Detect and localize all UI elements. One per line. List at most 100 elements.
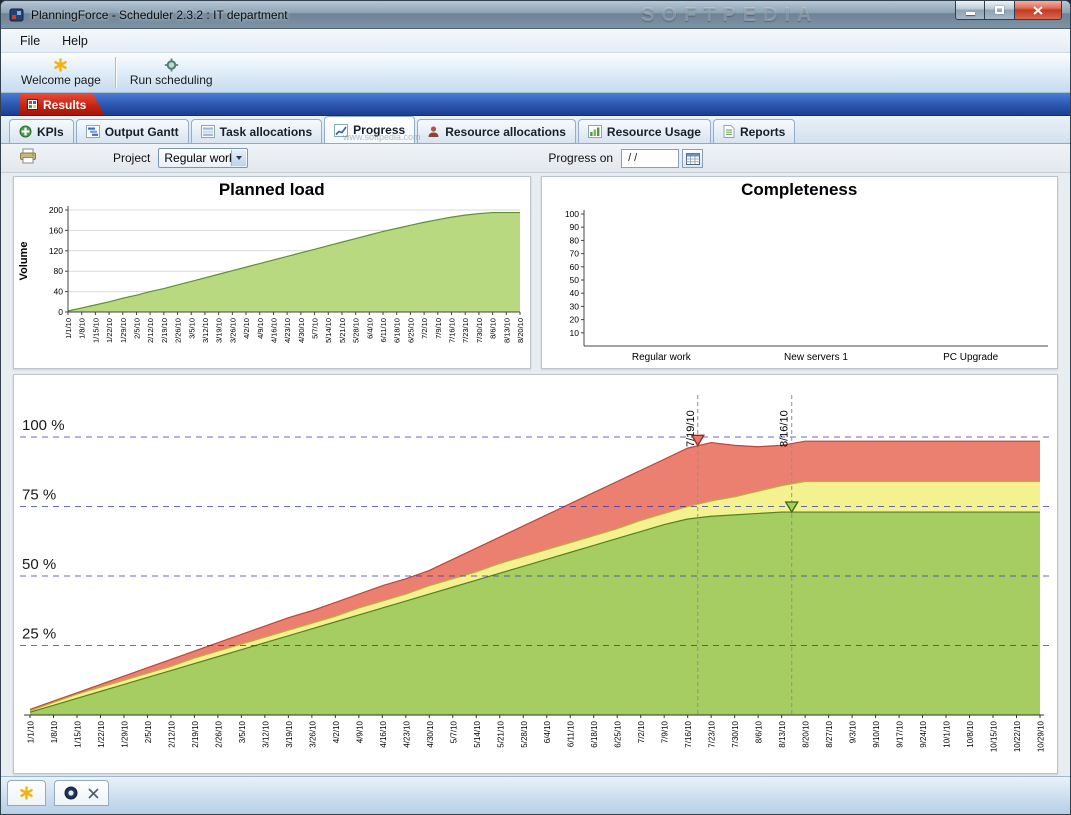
tab-output-gantt[interactable]: Output Gantt — [75, 119, 189, 143]
svg-text:2/26/10: 2/26/10 — [174, 318, 183, 343]
svg-text:4/9/10: 4/9/10 — [256, 318, 265, 339]
svg-text:120: 120 — [49, 246, 63, 256]
svg-text:1/8/10: 1/8/10 — [50, 720, 59, 743]
progress-on-date-value: / / — [628, 152, 638, 164]
svg-text:4/2/10: 4/2/10 — [242, 318, 251, 339]
minimize-button[interactable] — [955, 1, 985, 20]
title-bar: PlanningForce - Scheduler 2.3.2 : IT dep… — [1, 1, 1070, 29]
planned-load-title: Planned load — [218, 180, 325, 199]
results-banner: Results — [1, 93, 1070, 116]
progress-chart: 25 % 50 % 75 % 100 % 1/1/10 1/8/10 1/15/10 1/22… — [20, 395, 1050, 752]
svg-text:1/15/10: 1/15/10 — [73, 720, 82, 747]
tab-resource-allocations[interactable]: Resource allocations — [417, 119, 576, 143]
svg-text:8/6/10: 8/6/10 — [489, 318, 498, 339]
svg-text:5/14/10: 5/14/10 — [324, 318, 333, 343]
svg-text:1/22/10: 1/22/10 — [97, 720, 106, 747]
svg-text:3/12/10: 3/12/10 — [261, 720, 270, 747]
project-label: Project — [113, 151, 151, 165]
app-icon — [9, 8, 24, 21]
close-button[interactable] — [1015, 1, 1062, 20]
svg-text:2/12/10: 2/12/10 — [167, 720, 176, 747]
svg-text:10/8/10: 10/8/10 — [966, 720, 975, 747]
svg-text:Volume: Volume — [18, 242, 30, 281]
svg-text:20: 20 — [569, 315, 579, 325]
svg-text:3/26/10: 3/26/10 — [228, 318, 237, 343]
svg-text:1/15/10: 1/15/10 — [91, 318, 100, 343]
svg-text:40: 40 — [569, 288, 579, 298]
svg-text:5/14/10: 5/14/10 — [473, 720, 482, 747]
gear-icon — [164, 58, 178, 72]
svg-text:9/17/10: 9/17/10 — [896, 720, 905, 747]
svg-text:2/5/10: 2/5/10 — [132, 318, 141, 339]
maximize-button[interactable] — [985, 1, 1015, 20]
tab-reports[interactable]: Reports — [712, 119, 796, 143]
svg-text:3/12/10: 3/12/10 — [201, 318, 210, 343]
svg-text:4/23/10: 4/23/10 — [283, 318, 292, 343]
tab-task-allocations[interactable]: Task allocations — [190, 119, 323, 143]
tab-resource-allocations-label: Resource allocations — [445, 124, 566, 139]
close-tab-icon[interactable] — [88, 788, 99, 799]
project-select[interactable]: Regular work — [158, 148, 249, 168]
bottom-tab-welcome[interactable] — [7, 780, 46, 806]
svg-text:7/9/10: 7/9/10 — [434, 318, 443, 339]
resource-usage-icon — [587, 125, 602, 138]
svg-text:80: 80 — [54, 266, 64, 276]
results-icon — [27, 99, 38, 110]
run-scheduling-button[interactable]: Run scheduling — [118, 53, 225, 92]
svg-text:PC Upgrade: PC Upgrade — [943, 352, 998, 363]
close-icon — [1033, 5, 1043, 15]
softpedia-url-watermark: www.softpedia.com — [343, 132, 421, 142]
svg-text:5/28/10: 5/28/10 — [352, 318, 361, 343]
tab-reports-label: Reports — [739, 124, 786, 139]
calendar-icon — [685, 152, 700, 165]
svg-text:10/15/10: 10/15/10 — [990, 720, 999, 752]
bottom-tab-results[interactable] — [54, 780, 109, 806]
welcome-page-button[interactable]: Welcome page — [9, 53, 113, 92]
progress-on-label: Progress on — [548, 151, 614, 165]
tab-kpis[interactable]: KPIs — [9, 119, 74, 143]
svg-text:8/16/10: 8/16/10 — [779, 410, 791, 447]
svg-text:100: 100 — [564, 209, 578, 219]
chevron-down-icon — [236, 156, 243, 160]
svg-text:3/26/10: 3/26/10 — [308, 720, 317, 747]
svg-text:4/16/10: 4/16/10 — [269, 318, 278, 343]
svg-text:8/20/10: 8/20/10 — [802, 720, 811, 747]
combo-arrow-button[interactable] — [231, 150, 247, 166]
svg-text:New servers 1: New servers 1 — [784, 352, 848, 363]
menu-help[interactable]: Help — [51, 31, 99, 51]
svg-text:6/11/10: 6/11/10 — [567, 720, 576, 747]
progress-on-date-input[interactable]: / / — [621, 148, 680, 168]
svg-text:7/16/10: 7/16/10 — [448, 318, 457, 343]
svg-text:2/19/10: 2/19/10 — [191, 720, 200, 747]
run-scheduling-label: Run scheduling — [129, 73, 213, 87]
menu-file[interactable]: File — [9, 31, 51, 51]
tab-task-allocations-label: Task allocations — [219, 124, 313, 139]
reports-icon — [723, 125, 735, 138]
maximize-icon — [995, 6, 1004, 14]
svg-text:7/23/10: 7/23/10 — [708, 720, 717, 747]
svg-text:3/5/10: 3/5/10 — [187, 318, 196, 339]
results-tab[interactable]: Results — [19, 94, 104, 115]
svg-text:90: 90 — [569, 222, 579, 232]
tab-resource-usage[interactable]: Resource Usage — [577, 119, 711, 143]
kpi-icon — [19, 125, 32, 138]
progress-panel: 25 % 50 % 75 % 100 % 1/1/10 1/8/10 1/15/10 1/22… — [13, 374, 1058, 774]
svg-text:1/29/10: 1/29/10 — [120, 720, 129, 747]
svg-text:6/18/10: 6/18/10 — [590, 720, 599, 747]
svg-text:2/12/10: 2/12/10 — [146, 318, 155, 343]
svg-text:5/7/10: 5/7/10 — [311, 318, 320, 339]
svg-text:2/5/10: 2/5/10 — [144, 720, 153, 743]
svg-text:6/11/10: 6/11/10 — [379, 318, 388, 342]
svg-text:0: 0 — [58, 307, 63, 317]
svg-text:30: 30 — [569, 301, 579, 311]
completeness-chart: 10 20 30 40 50 60 70 80 90 100 Regular work New ser… — [564, 209, 1048, 363]
tab-strip: KPIs Output Gantt Task allocations Progr… — [1, 116, 1070, 144]
svg-text:6/4/10: 6/4/10 — [365, 318, 374, 339]
svg-text:1/1/10: 1/1/10 — [64, 318, 73, 339]
svg-text:10/22/10: 10/22/10 — [1013, 720, 1022, 752]
content-area: Planned load 0 40 80 120 160 200 1/1/10 1/8/10 1… — [1, 173, 1070, 776]
calendar-button[interactable] — [682, 148, 704, 168]
svg-text:8/20/10: 8/20/10 — [516, 318, 525, 343]
asterisk-icon — [20, 786, 33, 800]
print-button[interactable] — [19, 148, 37, 169]
